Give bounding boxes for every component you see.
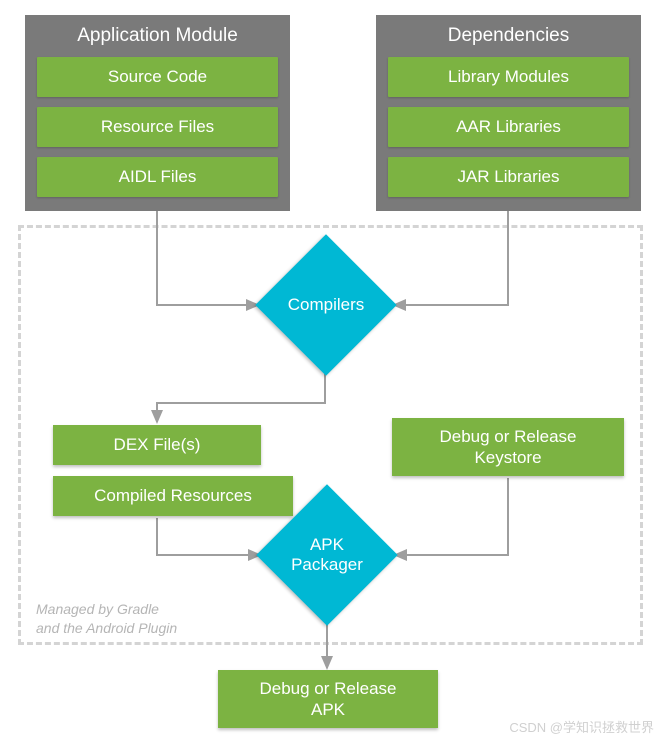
watermark-text: CSDN @学知识拯救世界 — [509, 717, 654, 736]
managed-by-gradle-note: Managed by Gradle and the Android Plugin — [36, 600, 177, 638]
apk-packager-label: APK Packager — [291, 535, 363, 576]
diagram-canvas: Application Module Source Code Resource … — [0, 0, 660, 742]
apk-packager-node: APK Packager — [277, 505, 377, 605]
dependencies-title: Dependencies — [388, 25, 629, 47]
compilers-label: Compilers — [288, 295, 365, 315]
dex-files-node: DEX File(s) — [53, 425, 261, 465]
library-modules-item: Library Modules — [388, 57, 629, 97]
jar-libraries-item: JAR Libraries — [388, 157, 629, 197]
dependencies-container: Dependencies Library Modules AAR Librari… — [376, 15, 641, 211]
compilers-node: Compilers — [276, 255, 376, 355]
source-code-item: Source Code — [37, 57, 278, 97]
apk-output-node: Debug or Release APK — [218, 670, 438, 728]
aidl-files-item: AIDL Files — [37, 157, 278, 197]
application-module-container: Application Module Source Code Resource … — [25, 15, 290, 211]
keystore-node: Debug or Release Keystore — [392, 418, 624, 476]
aar-libraries-item: AAR Libraries — [388, 107, 629, 147]
resource-files-item: Resource Files — [37, 107, 278, 147]
application-module-title: Application Module — [37, 25, 278, 47]
compiled-resources-node: Compiled Resources — [53, 476, 293, 516]
